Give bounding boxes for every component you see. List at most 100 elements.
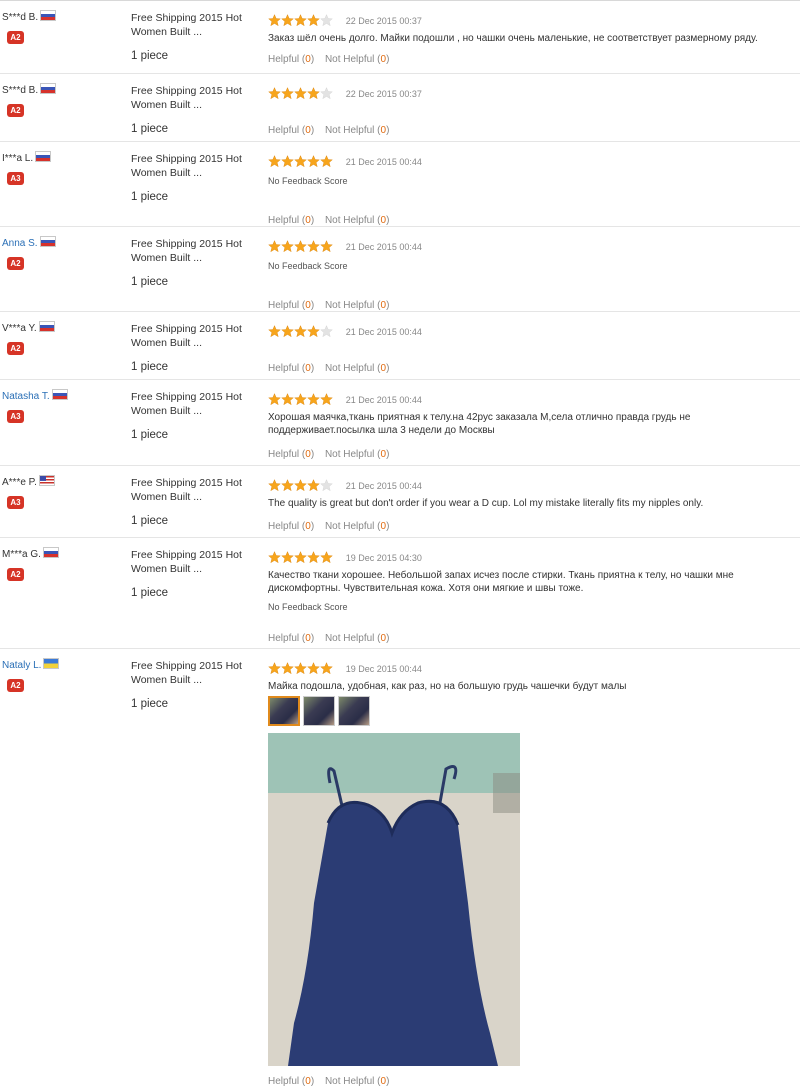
- product-title[interactable]: Free Shipping 2015 Hot Women Built ...: [131, 153, 261, 180]
- star-filled-icon: [281, 240, 294, 253]
- review-date: 21 Dec 2015 00:44: [345, 394, 422, 405]
- review-row: Anna S. A2 Free Shipping 2015 Hot Women …: [0, 226, 800, 312]
- quantity: 1 piece: [131, 123, 169, 135]
- helpful-votes: Helpful (0) Not Helpful (0): [268, 1076, 389, 1087]
- helpful-button[interactable]: Helpful (0): [268, 521, 314, 532]
- helpful-votes: Helpful (0) Not Helpful (0): [268, 300, 389, 311]
- helpful-button[interactable]: Helpful (0): [268, 363, 314, 374]
- helpful-votes: Helpful (0) Not Helpful (0): [268, 633, 389, 644]
- reviewer-name: V***a Y.: [2, 323, 37, 334]
- not-helpful-button[interactable]: Not Helpful (0): [325, 363, 389, 374]
- star-rating: [268, 325, 333, 338]
- review-body: 21 Dec 2015 00:44 No Feedback Score Help…: [268, 155, 788, 226]
- quantity: 1 piece: [131, 276, 169, 288]
- star-filled-icon: [307, 14, 320, 27]
- star-filled-icon: [307, 551, 320, 564]
- star-filled-icon: [281, 325, 294, 338]
- review-date: 19 Dec 2015 00:44: [345, 663, 422, 674]
- not-helpful-button[interactable]: Not Helpful (0): [325, 125, 389, 136]
- star-filled-icon: [307, 479, 320, 492]
- product-title[interactable]: Free Shipping 2015 Hot Women Built ...: [131, 85, 261, 112]
- star-filled-icon: [294, 87, 307, 100]
- star-rating: [268, 240, 333, 253]
- star-filled-icon: [320, 155, 333, 168]
- reviewer-info: S***d B. A2: [2, 83, 124, 117]
- star-filled-icon: [320, 551, 333, 564]
- buyer-level-badge: A2: [7, 679, 24, 692]
- review-date: 21 Dec 2015 00:44: [345, 241, 422, 252]
- country-flag-icon: [39, 236, 56, 247]
- star-rating: [268, 479, 333, 492]
- product-title[interactable]: Free Shipping 2015 Hot Women Built ...: [131, 12, 261, 39]
- reviewer-name: M***a G.: [2, 549, 41, 560]
- star-filled-icon: [294, 240, 307, 253]
- helpful-button[interactable]: Helpful (0): [268, 215, 314, 226]
- photo-thumbnail[interactable]: [338, 696, 370, 726]
- quantity: 1 piece: [131, 698, 169, 710]
- photo-thumbnail[interactable]: [268, 696, 300, 726]
- reviewer-name: S***d B.: [2, 12, 39, 23]
- not-helpful-button[interactable]: Not Helpful (0): [325, 521, 389, 532]
- buyer-level-badge: A3: [7, 496, 24, 509]
- star-filled-icon: [268, 393, 281, 406]
- reviewer-name[interactable]: Nataly L.: [2, 660, 41, 671]
- star-filled-icon: [307, 325, 320, 338]
- helpful-button[interactable]: Helpful (0): [268, 633, 314, 644]
- star-filled-icon: [294, 479, 307, 492]
- product-title[interactable]: Free Shipping 2015 Hot Women Built ...: [131, 660, 261, 687]
- no-feedback-score: No Feedback Score: [268, 261, 348, 271]
- product-info: Free Shipping 2015 Hot Women Built ... 1…: [131, 153, 261, 203]
- photo-thumbnail[interactable]: [303, 696, 335, 726]
- no-feedback-score: No Feedback Score: [268, 602, 348, 612]
- not-helpful-button[interactable]: Not Helpful (0): [325, 633, 389, 644]
- product-title[interactable]: Free Shipping 2015 Hot Women Built ...: [131, 549, 261, 576]
- not-helpful-button[interactable]: Not Helpful (0): [325, 54, 389, 65]
- not-helpful-button[interactable]: Not Helpful (0): [325, 1076, 389, 1087]
- helpful-votes: Helpful (0) Not Helpful (0): [268, 125, 389, 136]
- reviewer-info: V***a Y. A2: [2, 321, 124, 355]
- review-date: 21 Dec 2015 00:44: [345, 156, 422, 167]
- product-info: Free Shipping 2015 Hot Women Built ... 1…: [131, 323, 261, 373]
- star-filled-icon: [307, 240, 320, 253]
- reviewer-name[interactable]: Anna S.: [2, 238, 38, 249]
- product-title[interactable]: Free Shipping 2015 Hot Women Built ...: [131, 323, 261, 350]
- quantity: 1 piece: [131, 515, 169, 527]
- review-body: 22 Dec 2015 00:37 Helpful (0) Not Helpfu…: [268, 87, 788, 136]
- star-filled-icon: [294, 551, 307, 564]
- review-row: Nataly L. A2 Free Shipping 2015 Hot Wome…: [0, 648, 800, 1091]
- helpful-votes: Helpful (0) Not Helpful (0): [268, 54, 389, 65]
- product-title[interactable]: Free Shipping 2015 Hot Women Built ...: [131, 391, 261, 418]
- review-body: 21 Dec 2015 00:44 Хорошая маячка,ткань п…: [268, 393, 788, 460]
- not-helpful-button[interactable]: Not Helpful (0): [325, 300, 389, 311]
- product-info: Free Shipping 2015 Hot Women Built ... 1…: [131, 85, 261, 135]
- quantity: 1 piece: [131, 429, 169, 441]
- star-filled-icon: [281, 155, 294, 168]
- not-helpful-button[interactable]: Not Helpful (0): [325, 449, 389, 460]
- reviewer-info: S***d B. A2: [2, 10, 124, 44]
- helpful-button[interactable]: Helpful (0): [268, 1076, 314, 1087]
- helpful-button[interactable]: Helpful (0): [268, 54, 314, 65]
- reviewer-name[interactable]: Natasha T.: [2, 391, 50, 402]
- no-feedback-score: No Feedback Score: [268, 176, 348, 186]
- review-body: 19 Dec 2015 04:30 Качество ткани хорошее…: [268, 551, 788, 644]
- review-row: S***d B. A2 Free Shipping 2015 Hot Women…: [0, 0, 800, 74]
- star-rating: [268, 551, 333, 564]
- helpful-button[interactable]: Helpful (0): [268, 449, 314, 460]
- helpful-button[interactable]: Helpful (0): [268, 125, 314, 136]
- star-filled-icon: [307, 87, 320, 100]
- review-date: 19 Dec 2015 04:30: [345, 552, 422, 563]
- star-filled-icon: [268, 479, 281, 492]
- star-filled-icon: [281, 479, 294, 492]
- star-empty-icon: [320, 325, 333, 338]
- country-flag-icon: [51, 389, 68, 400]
- helpful-button[interactable]: Helpful (0): [268, 300, 314, 311]
- reviewer-info: Natasha T. A3: [2, 389, 124, 423]
- not-helpful-button[interactable]: Not Helpful (0): [325, 215, 389, 226]
- review-date: 22 Dec 2015 00:37: [345, 88, 422, 99]
- star-empty-icon: [320, 479, 333, 492]
- review-photo[interactable]: [268, 733, 520, 1066]
- product-title[interactable]: Free Shipping 2015 Hot Women Built ...: [131, 238, 261, 265]
- buyer-level-badge: A2: [7, 257, 24, 270]
- star-filled-icon: [268, 155, 281, 168]
- product-title[interactable]: Free Shipping 2015 Hot Women Built ...: [131, 477, 261, 504]
